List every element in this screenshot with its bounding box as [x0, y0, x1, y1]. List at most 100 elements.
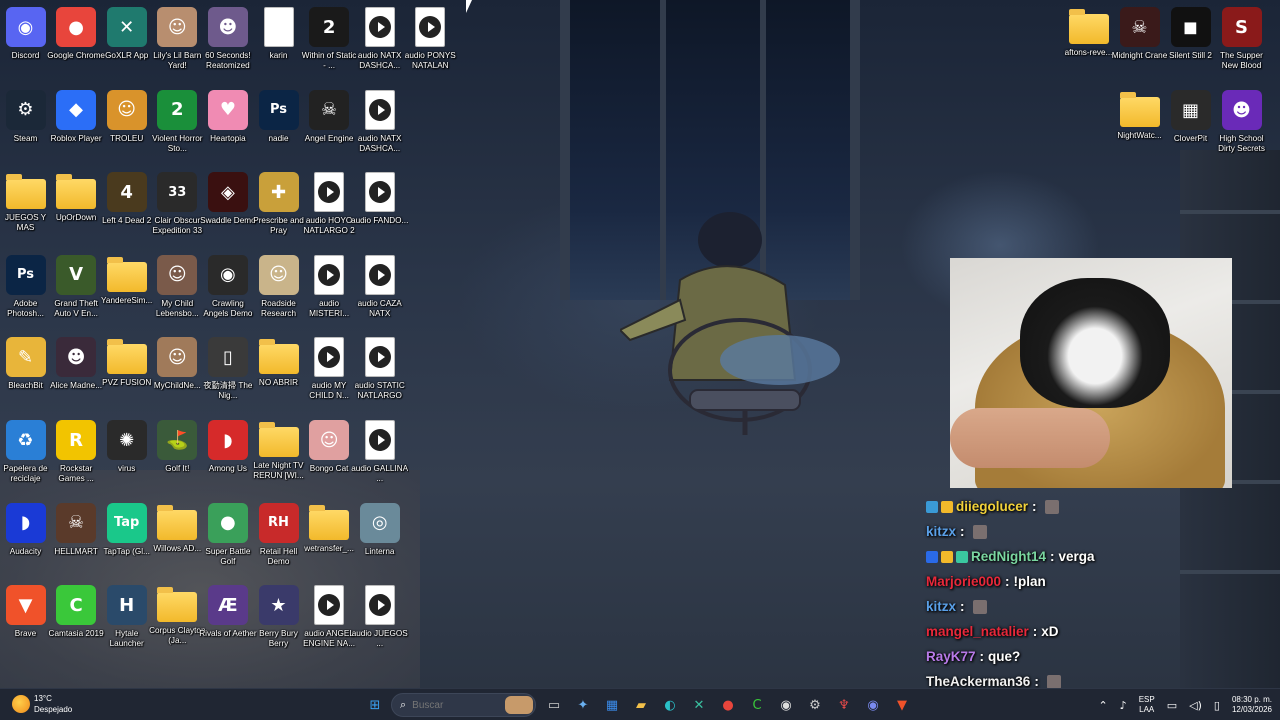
desktop-icon-bongo-cat[interactable]: ☺ Bongo Cat: [304, 415, 355, 495]
desktop-icon-late-night-tv-rerun-wi[interactable]: Late Night TV RERUN [WI...: [253, 415, 304, 495]
taskbar-steam-icon[interactable]: ⚙: [802, 692, 828, 718]
desktop-icon-audio-gallina[interactable]: audio GALLINA ...: [351, 415, 408, 495]
desktop-icon-rivals-of-aether[interactable]: Æ Rivals of Aether: [199, 580, 257, 660]
desktop-icon-label: Rockstar Games ...: [58, 464, 94, 483]
desktop-icon-audio-ponys-natalan[interactable]: audio PONYS NATALAN: [405, 2, 456, 82]
desktop-icon-retail-hell-demo[interactable]: RH Retail Hell Demo: [253, 498, 304, 578]
microphone-icon[interactable]: ♪: [1120, 699, 1127, 712]
desktop-icon-bleachbit[interactable]: ✎ BleachBit: [0, 332, 51, 412]
taskbar-store-icon[interactable]: ▦: [599, 692, 625, 718]
desktop-icon-brave[interactable]: ▼ Brave: [0, 580, 51, 660]
desktop-icon-no-abrir[interactable]: NO ABRIR: [253, 332, 304, 412]
weather-widget[interactable]: 13°C Despejado: [12, 693, 72, 715]
clock[interactable]: 08:30 p. m. 12/03/2026: [1232, 695, 1272, 715]
desktop-icon-upordown[interactable]: UpOrDown: [51, 167, 102, 247]
desktop-icon-violent-horror-sto[interactable]: 2 Violent Horror Sto...: [152, 85, 203, 165]
taskbar-brave-icon[interactable]: ▼: [889, 692, 915, 718]
taskbar-chrome-icon[interactable]: ●: [715, 692, 741, 718]
desktop-icon-linterna[interactable]: ◎ Linterna: [354, 498, 405, 578]
desktop-icon-golf-it[interactable]: ⛳ Golf It!: [152, 415, 203, 495]
desktop-icon-yanderesim[interactable]: YandereSim...: [101, 250, 152, 330]
desktop-icon-grand-theft-auto-v-en[interactable]: V Grand Theft Auto V En...: [51, 250, 102, 330]
desktop-icon-mychildne[interactable]: ☺ MyChildNe...: [152, 332, 203, 412]
desktop-icon-discord[interactable]: ◉ Discord: [0, 2, 51, 82]
chevron-up-icon[interactable]: ⌃: [1098, 699, 1107, 712]
desktop-icon-roadside-research[interactable]: ☺ Roadside Research: [253, 250, 304, 330]
search-input[interactable]: [412, 699, 493, 711]
desktop-icon-crawling-angels-demo[interactable]: ◉ Crawling Angels Demo: [202, 250, 253, 330]
desktop-icon-hytale-launcher[interactable]: H Hytale Launcher: [101, 580, 152, 660]
desktop-icon-google-chrome[interactable]: ● Google Chrome: [47, 2, 105, 82]
desktop-icon-nadie[interactable]: Ps nadie: [253, 85, 304, 165]
taskbar-start-button-icon[interactable]: ⊞: [362, 692, 388, 718]
desktop-icon-papelera-de-reciclaje[interactable]: ♻ Papelera de reciclaje: [0, 415, 51, 495]
desktop-icon-goxlr-app[interactable]: ✕ GoXLR App: [101, 2, 152, 82]
desktop-icon-willows-ad[interactable]: Willows AD...: [152, 498, 203, 578]
chat-separator: :: [960, 524, 965, 539]
volume-icon[interactable]: ◁): [1189, 699, 1202, 712]
weather-sun-icon: [12, 695, 30, 713]
desktop-icon-high-school-dirty-secrets[interactable]: ☻ High School Dirty Secrets: [1216, 85, 1267, 165]
desktop-icon-the-supper-new-blood[interactable]: S The Supper New Blood: [1216, 2, 1267, 82]
desktop-icon-nightwatc[interactable]: NightWatc...: [1114, 85, 1165, 165]
network-icon[interactable]: ▭: [1167, 699, 1177, 712]
desktop-icon-swaddle-demo[interactable]: ◈ Swaddle Demo: [200, 167, 256, 247]
desktop-icon-audio-juegos[interactable]: audio JUEGOS ...: [352, 580, 408, 660]
desktop-icon-audio-static-natlargo[interactable]: audio STATIC NATLARGO: [354, 332, 405, 412]
desktop-icon-pvz-fusion[interactable]: PVZ FUSION: [101, 332, 152, 412]
desktop-icon-audio-hoyo-natlargo-2[interactable]: audio HOYO NATLARGO 2: [303, 167, 355, 247]
taskbar-file-explorer-icon[interactable]: ▰: [628, 692, 654, 718]
taskbar-edge-icon[interactable]: ◐: [657, 692, 683, 718]
desktop-icon-my-child-lebensbo[interactable]: ☺ My Child Lebensbo...: [152, 250, 203, 330]
desktop-icon-taptap-gl[interactable]: Tap TapTap (Gl...: [101, 498, 152, 578]
desktop-icon-audio-misteri[interactable]: audio MISTERI...: [304, 250, 355, 330]
desktop-icon-super-battle-golf[interactable]: ● Super Battle Golf: [202, 498, 253, 578]
desktop-icon-clair-obscur-expedition-33[interactable]: 33 Clair Obscur Expedition 33: [152, 167, 203, 247]
desktop-icon-angel-engine[interactable]: ☠ Angel Engine: [304, 85, 355, 165]
desktop-icon-berry-bury-berry[interactable]: ★ Berry Bury Berry: [253, 580, 304, 660]
battery-icon[interactable]: ▯: [1214, 699, 1220, 712]
desktop-icon-audio-my-child-n[interactable]: audio MY CHILD N...: [304, 332, 355, 412]
language-indicator[interactable]: ESP LAA: [1139, 695, 1155, 715]
taskbar-search[interactable]: ⌕: [391, 693, 536, 717]
desktop-icon-steam[interactable]: ⚙ Steam: [0, 85, 51, 165]
desktop-icon-audacity[interactable]: ◗ Audacity: [0, 498, 51, 578]
desktop-icon-heartopia[interactable]: ♥ Heartopia: [202, 85, 253, 165]
desktop-icon-audio-fando[interactable]: audio FANDO...: [351, 167, 408, 247]
taskbar-app-red-icon[interactable]: ♆: [831, 692, 857, 718]
desktop-icon-cloverpit[interactable]: ▦ CloverPit: [1165, 85, 1216, 165]
chat-text: !plan: [1013, 574, 1046, 589]
desktop-icon-the-nig[interactable]: ▯ 夜勤清掃 The Nig...: [202, 332, 253, 412]
desktop-icon-audio-natx-dashca[interactable]: audio NATX DASHCA...: [354, 85, 405, 165]
desktop-icon-audio-natx-dashca[interactable]: audio NATX DASHCA...: [354, 2, 405, 82]
desktop-icon-corpus-clayton-ja[interactable]: Corpus Clayton (Ja...: [149, 580, 206, 660]
desktop-icon-60-seconds-reatomized[interactable]: ☻ 60 Seconds! Reatomized: [202, 2, 253, 82]
taskbar-goxlr-icon[interactable]: ✕: [686, 692, 712, 718]
taskbar-discord-icon[interactable]: ◉: [860, 692, 886, 718]
desktop-icon-hellmart[interactable]: ☠ HELLMART: [51, 498, 102, 578]
desktop-icon-troleu[interactable]: ☺ TROLEU: [101, 85, 152, 165]
desktop-icon-silent-still-2[interactable]: ◼ Silent Still 2: [1165, 2, 1216, 82]
desktop-icon-lily-s-lil-barn-yard[interactable]: ☺ Lily's Lil Barn Yard!: [152, 2, 203, 82]
desktop-icon-juegos-y-mas[interactable]: JUEGOS Y MAS: [0, 167, 51, 247]
desktop-icon-audio-caza-natx[interactable]: audio CAZA NATX: [354, 250, 405, 330]
desktop-icon-midnight-crane[interactable]: ☠ Midnight Crane: [1112, 2, 1167, 82]
desktop-icon-virus[interactable]: ✺ virus: [101, 415, 152, 495]
desktop-icon-aftons-reve[interactable]: aftons-reve...: [1063, 2, 1114, 82]
desktop-icon-roblox-player[interactable]: ◆ Roblox Player: [51, 85, 102, 165]
desktop-icon-karin[interactable]: karin: [253, 2, 304, 82]
taskbar-obs-icon[interactable]: ◉: [773, 692, 799, 718]
desktop-icon-rockstar-games[interactable]: R Rockstar Games ...: [51, 415, 102, 495]
taskbar-camtasia-icon[interactable]: C: [744, 692, 770, 718]
desktop-icon-camtasia-2019[interactable]: C Camtasia 2019: [49, 580, 104, 660]
desktop-icon-within-of-static[interactable]: 2 Within of Static - ...: [302, 2, 356, 82]
desktop-icon-audio-angel-engine-na[interactable]: audio ANGEL ENGINE NA...: [303, 580, 355, 660]
desktop-icon-among-us[interactable]: ◗ Among Us: [202, 415, 253, 495]
desktop-icon-adobe-photosh[interactable]: Ps Adobe Photosh...: [0, 250, 51, 330]
taskbar-copilot-icon[interactable]: ✦: [570, 692, 596, 718]
taskbar-task-view-icon[interactable]: ▭: [541, 692, 567, 718]
desktop-icon-alice-madne[interactable]: ☻ Alice Madne...: [50, 332, 102, 412]
desktop-icon-wetransfer[interactable]: wetransfer_...: [304, 498, 355, 578]
desktop-icon-prescribe-and-pray[interactable]: ✚ Prescribe and Pray: [253, 167, 304, 247]
desktop-icon-left-4-dead-2[interactable]: 4 Left 4 Dead 2: [101, 167, 152, 247]
